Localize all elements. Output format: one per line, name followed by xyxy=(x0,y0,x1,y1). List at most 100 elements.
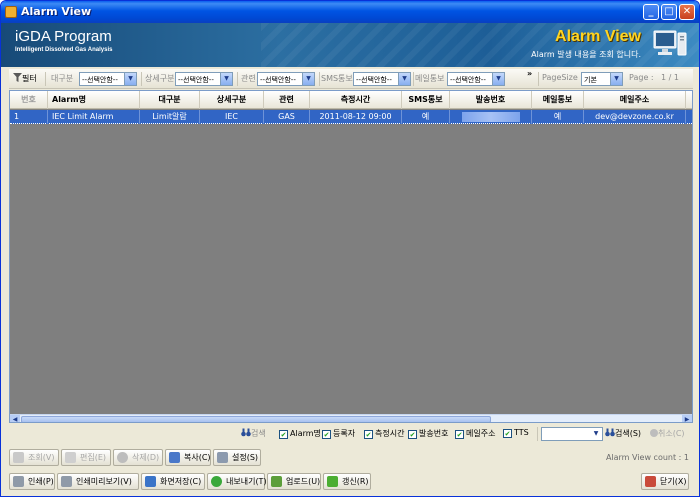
cancel-icon xyxy=(650,429,658,437)
check-registrant[interactable]: ✔ 등록자 xyxy=(322,428,355,439)
cell-phone xyxy=(450,110,532,124)
mail-label: 메일통보 xyxy=(415,74,445,83)
column-header-detail[interactable]: 상세구분 xyxy=(200,91,264,109)
filter-label: 필터 xyxy=(22,74,37,83)
checkbox-checked-icon: ✔ xyxy=(364,430,373,439)
alarm-grid: 번호 Alarm명 대구분 상세구분 관련 측정시간 SMS통보 발송번호 메일… xyxy=(9,90,693,423)
column-header-time[interactable]: 측정시간 xyxy=(310,91,402,109)
binoculars-icon xyxy=(241,428,251,437)
minimize-button[interactable]: _ xyxy=(643,4,659,20)
edit-button[interactable]: 편집(E) xyxy=(61,449,111,466)
chevron-down-icon: ▼ xyxy=(610,73,622,85)
scroll-left-icon[interactable]: ◀ xyxy=(10,415,20,422)
header-banner: iGDA Program Intelligent Dissolved Gas A… xyxy=(1,23,699,67)
cell-no: 1 xyxy=(10,110,48,124)
app-icon xyxy=(5,6,17,18)
checkbox-checked-icon: ✔ xyxy=(503,429,512,438)
check-phone[interactable]: ✔ 발송번호 xyxy=(408,428,448,439)
exit-icon xyxy=(645,476,656,487)
column-header-name[interactable]: Alarm명 xyxy=(48,91,140,109)
filter-toggle[interactable]: 필터 xyxy=(13,73,37,84)
check-email[interactable]: ✔ 메일주소 xyxy=(455,428,495,439)
refresh-button[interactable]: 갱신(R) xyxy=(323,473,371,490)
cell-email: dev@devzone.co.kr xyxy=(584,110,686,124)
search-mode[interactable]: 검색 xyxy=(241,428,266,439)
column-header-phone[interactable]: 발송번호 xyxy=(450,91,532,109)
cell-name: IEC Limit Alarm xyxy=(48,110,140,124)
scroll-thumb[interactable] xyxy=(21,416,491,422)
checkbox-checked-icon: ✔ xyxy=(279,430,288,439)
mail-select[interactable]: --선택안함-- ▼ xyxy=(447,72,505,86)
view-button[interactable]: 조회(V) xyxy=(9,449,59,466)
settings-button[interactable]: 설정(S) xyxy=(213,449,261,466)
chevron-down-icon: ▼ xyxy=(398,73,410,85)
major-select[interactable]: --선택안함-- ▼ xyxy=(79,72,137,86)
bottom-toolbar: 인쇄(P) 인쇄미리보기(V) 화면저장(C) 내보내기(T) 업로드(U) 갱… xyxy=(9,471,693,493)
column-header-major[interactable]: 대구분 xyxy=(140,91,200,109)
relation-select[interactable]: --선택안함-- ▼ xyxy=(257,72,315,86)
upload-icon xyxy=(271,476,282,487)
chevron-down-icon: ▼ xyxy=(124,73,136,85)
delete-button[interactable]: 삭제(D) xyxy=(113,449,163,466)
program-subtitle: Intelligent Dissolved Gas Analysis xyxy=(15,47,113,53)
page-label: Page : xyxy=(629,73,654,82)
chevron-down-icon: ▼ xyxy=(302,73,314,85)
maximize-button[interactable]: □ xyxy=(661,4,677,20)
scroll-right-icon[interactable]: ▶ xyxy=(682,415,692,422)
search-bar: 검색 ✔ Alarm명 ✔ 등록자 ✔ 측정시간 ✔ 발송번호 ✔ 메일주소 ✔ TTS ▼… xyxy=(9,425,693,443)
column-header-sms[interactable]: SMS통보 xyxy=(402,91,450,109)
printer-icon xyxy=(13,476,24,487)
screen-capture-icon xyxy=(145,476,156,487)
toolbar-overflow-button[interactable]: » xyxy=(527,69,532,78)
sms-label: SMS통보 xyxy=(321,74,353,83)
cell-sms: 예 xyxy=(402,110,450,124)
search-input[interactable]: ▼ xyxy=(541,427,603,441)
horizontal-scrollbar[interactable]: ◀ ▶ xyxy=(10,414,692,422)
view-title: Alarm View xyxy=(555,28,641,45)
print-preview-icon xyxy=(61,476,72,487)
close-window-button[interactable]: ✕ xyxy=(679,4,695,20)
column-header-email[interactable]: 메일주소 xyxy=(584,91,686,109)
checkbox-checked-icon: ✔ xyxy=(322,430,331,439)
title-bar[interactable]: Alarm View _ □ ✕ xyxy=(1,1,699,23)
copy-icon xyxy=(169,452,180,463)
sms-select[interactable]: --선택안함-- ▼ xyxy=(353,72,411,86)
print-preview-button[interactable]: 인쇄미리보기(V) xyxy=(57,473,139,490)
funnel-icon xyxy=(13,73,22,82)
check-tts[interactable]: ✔ TTS xyxy=(503,428,529,438)
pagesize-label: PageSize xyxy=(542,73,578,82)
refresh-icon xyxy=(327,476,338,487)
cell-mail: 예 xyxy=(532,110,584,124)
check-time[interactable]: ✔ 측정시간 xyxy=(364,428,404,439)
upload-button[interactable]: 업로드(U) xyxy=(267,473,321,490)
relation-label: 관련 xyxy=(241,74,256,83)
cancel-search-button[interactable]: 취소(C) xyxy=(650,428,685,439)
table-row[interactable]: 1 IEC Limit Alarm Limit알람 IEC GAS 2011-0… xyxy=(10,110,692,124)
save-screen-button[interactable]: 화면저장(C) xyxy=(141,473,205,490)
view-subtitle: Alarm 발생 내용을 조회 합니다. xyxy=(531,50,641,59)
monitor-icon xyxy=(653,30,687,56)
export-button[interactable]: 내보내기(T) xyxy=(207,473,267,490)
search-button[interactable]: 검색(S) xyxy=(605,428,641,439)
alarm-view-window: Alarm View _ □ ✕ iGDA Program Intelligen… xyxy=(0,0,700,497)
detail-select[interactable]: --선택안함-- ▼ xyxy=(175,72,233,86)
action-toolbar: 조회(V) 편집(E) 삭제(D) 복사(C) 설정(S) Alarm View… xyxy=(9,447,693,467)
chevron-down-icon: ▼ xyxy=(220,73,232,85)
alarm-count: Alarm View count : 1 xyxy=(605,453,689,462)
column-header-mail[interactable]: 메일통보 xyxy=(532,91,584,109)
print-button[interactable]: 인쇄(P) xyxy=(9,473,55,490)
checkbox-checked-icon: ✔ xyxy=(455,430,464,439)
pagesize-select[interactable]: 기본 ▼ xyxy=(581,72,623,86)
column-header-relation[interactable]: 관련 xyxy=(264,91,310,109)
separator xyxy=(538,72,539,86)
separator xyxy=(141,72,142,86)
checkbox-checked-icon: ✔ xyxy=(408,430,417,439)
check-alarm-name[interactable]: ✔ Alarm명 xyxy=(279,428,321,439)
cell-detail: IEC xyxy=(200,110,264,124)
copy-button[interactable]: 복사(C) xyxy=(165,449,211,466)
cell-relation: GAS xyxy=(264,110,310,124)
close-button[interactable]: 닫기(X) xyxy=(641,473,689,490)
separator xyxy=(237,72,238,86)
column-header-no[interactable]: 번호 xyxy=(10,91,48,109)
export-icon xyxy=(211,476,222,487)
